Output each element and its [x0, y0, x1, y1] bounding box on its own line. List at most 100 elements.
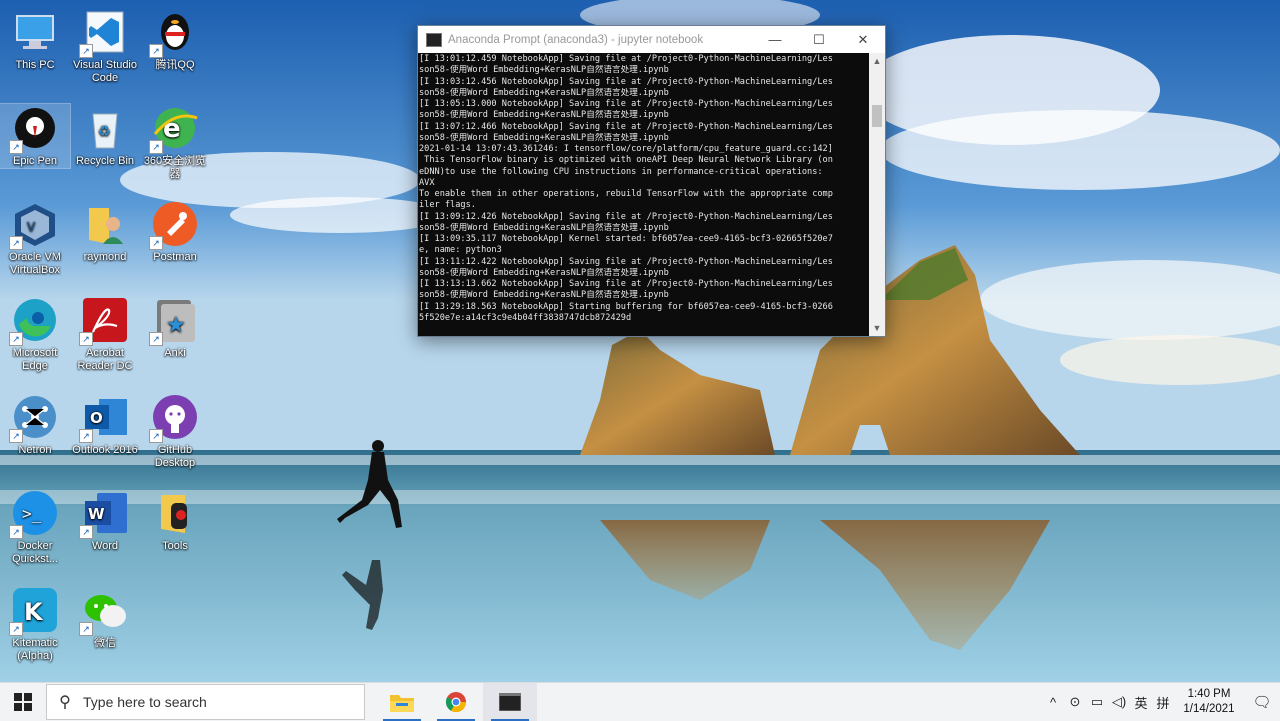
- desktop-icon-kitematic[interactable]: K ↗ Kitematic (Alpha): [0, 586, 70, 663]
- desktop-icon-qq[interactable]: ↗ 腾讯QQ: [140, 8, 210, 72]
- svg-text:>_: >_: [22, 504, 42, 523]
- close-button[interactable]: ✕: [841, 26, 885, 53]
- console-line: son58-使用Word Embedding+KerasNLP自然语言处理.ip…: [419, 132, 669, 143]
- desktop-icon-vscode[interactable]: ↗ Visual Studio Code: [70, 8, 140, 85]
- windows-logo-icon: [14, 693, 32, 711]
- taskbar-clock[interactable]: 1:40 PM 1/14/2021: [1174, 687, 1244, 717]
- maximize-button[interactable]: ☐: [797, 26, 841, 53]
- start-button[interactable]: [0, 683, 46, 721]
- shortcut-arrow-icon: ↗: [9, 140, 23, 154]
- console-line: son58-使用Word Embedding+KerasNLP自然语言处理.ip…: [419, 65, 669, 76]
- desktop-icon-postman[interactable]: ↗ Postman: [140, 200, 210, 264]
- console-line: AVX: [419, 177, 435, 188]
- shortcut-arrow-icon: ↗: [79, 622, 93, 636]
- shortcut-arrow-icon: ↗: [9, 332, 23, 346]
- taskbar-file-explorer[interactable]: [375, 683, 429, 721]
- vscode-icon: ↗: [79, 8, 129, 58]
- network-icon[interactable]: ▭: [1086, 694, 1108, 710]
- 360-browser-icon: e ↗: [149, 104, 199, 154]
- vertical-scrollbar[interactable]: ▲ ▼: [869, 53, 885, 336]
- shortcut-arrow-icon: ↗: [79, 525, 93, 539]
- user-folder-icon: [81, 200, 129, 248]
- input-language-indicator[interactable]: 英: [1130, 693, 1152, 712]
- search-placeholder: Type here to search: [83, 694, 207, 710]
- kitematic-icon: K ↗: [9, 586, 59, 636]
- desktop-icon-github[interactable]: ↗ GitHub Desktop: [140, 393, 210, 470]
- outlook-icon: O ↗: [79, 393, 129, 443]
- desktop-icon-acrobat[interactable]: ↗ Acrobat Reader DC: [70, 296, 140, 373]
- word-icon: W ↗: [79, 489, 129, 539]
- postman-icon: ↗: [149, 200, 199, 250]
- svg-text:K: K: [24, 598, 44, 626]
- desktop-icon-wechat[interactable]: ↗ 微信: [70, 586, 140, 650]
- anki-icon: ★ ↗: [149, 296, 199, 346]
- scroll-up-icon[interactable]: ▲: [869, 53, 885, 69]
- file-explorer-icon: [390, 695, 414, 712]
- scroll-down-icon[interactable]: ▼: [869, 320, 885, 336]
- console-line: son58-使用Word Embedding+KerasNLP自然语言处理.ip…: [419, 110, 669, 121]
- shortcut-arrow-icon: ↗: [79, 429, 93, 443]
- console-line: 2021-01-14 13:07:43.361246: I tensorflow…: [419, 144, 833, 154]
- shortcut-arrow-icon: ↗: [149, 236, 163, 250]
- edge-icon: ↗: [9, 296, 59, 346]
- console-line: son58-使用Word Embedding+KerasNLP自然语言处理.ip…: [419, 87, 669, 98]
- desktop-icon-anki[interactable]: ★ ↗ Anki: [140, 296, 210, 360]
- taskbar-terminal[interactable]: [483, 683, 537, 721]
- netron-icon: ↗: [9, 393, 59, 443]
- scroll-thumb[interactable]: [872, 105, 882, 127]
- console-line: 5f520e7e:a14cf3c9e4b04ff3838747dcb872429…: [419, 312, 632, 323]
- shortcut-arrow-icon: ↗: [79, 44, 93, 58]
- console-line: To enable them in other operations, rebu…: [419, 189, 833, 199]
- desktop-icon-recycle-bin[interactable]: ♻ Recycle Bin: [70, 104, 140, 168]
- desktop-icon-word[interactable]: W ↗ Word: [70, 489, 140, 553]
- console-line: [I 13:09:35.117 NotebookApp] Kernel star…: [419, 234, 833, 244]
- taskbar: ⚲ Type here to search ^ ⊙ ▭ ◁) 英 拼 1:40 …: [0, 682, 1280, 721]
- shortcut-arrow-icon: ↗: [149, 44, 163, 58]
- epic-pen-icon: ↗: [9, 104, 59, 154]
- desktop-icon-epic-pen[interactable]: ↗ Epic Pen: [0, 103, 71, 169]
- svg-text:★: ★: [166, 313, 186, 338]
- system-tray: ^ ⊙ ▭ ◁) 英 拼 1:40 PM 1/14/2021 🗨: [1042, 683, 1280, 721]
- docker-icon: >_ ↗: [9, 489, 59, 539]
- ime-mode-indicator[interactable]: 拼: [1152, 693, 1174, 712]
- chrome-icon: [445, 692, 467, 713]
- svg-text:♻: ♻: [98, 124, 111, 140]
- shortcut-arrow-icon: ↗: [9, 525, 23, 539]
- desktop-icon-outlook[interactable]: O ↗ Outlook 2016: [70, 393, 140, 457]
- acrobat-icon: ↗: [79, 296, 129, 346]
- desktop-icon-this-pc[interactable]: This PC: [0, 8, 70, 72]
- desktop-icon-virtualbox[interactable]: V ↗ Oracle VM VirtualBox: [0, 200, 70, 277]
- console-line: [I 13:07:12.466 NotebookApp] Saving file…: [419, 121, 833, 132]
- desktop-icon-docker[interactable]: >_ ↗ Docker Quickst...: [0, 489, 70, 566]
- console-line: [I 13:13:13.662 NotebookApp] Saving file…: [419, 279, 833, 289]
- console-line: son58-使用Word Embedding+KerasNLP自然语言处理.ip…: [419, 290, 669, 301]
- desktop-icon-edge[interactable]: ↗ Microsoft Edge: [0, 296, 70, 373]
- shortcut-arrow-icon: ↗: [79, 332, 93, 346]
- console-line: [I 13:11:12.422 NotebookApp] Saving file…: [419, 256, 833, 267]
- taskbar-search-box[interactable]: ⚲ Type here to search: [46, 684, 365, 720]
- virtualbox-icon: V ↗: [9, 200, 59, 250]
- window-titlebar[interactable]: Anaconda Prompt (anaconda3) - jupyter no…: [418, 26, 885, 53]
- shortcut-arrow-icon: ↗: [149, 332, 163, 346]
- show-hidden-icons-button[interactable]: ^: [1042, 695, 1064, 710]
- desktop-icon-tools[interactable]: Tools: [140, 489, 210, 553]
- clock-date: 1/14/2021: [1183, 703, 1235, 715]
- action-center-icon[interactable]: 🗨: [1244, 693, 1280, 711]
- desktop-icon-360-browser[interactable]: e ↗ 360安全浏览器: [140, 104, 210, 181]
- computer-icon: [11, 8, 59, 56]
- desktop-icon-raymond[interactable]: raymond: [70, 200, 140, 264]
- meet-now-icon[interactable]: ⊙: [1064, 694, 1086, 710]
- shortcut-arrow-icon: ↗: [149, 140, 163, 154]
- console-line: [I 13:01:12.459 NotebookApp] Saving file…: [419, 54, 833, 64]
- console-line: [I 13:29:18.563 NotebookApp] Starting bu…: [419, 301, 833, 312]
- console-line: [I 13:03:12.456 NotebookApp] Saving file…: [419, 76, 833, 87]
- console-output[interactable]: [I 13:01:12.459 NotebookApp] Saving file…: [418, 53, 869, 336]
- anaconda-prompt-window[interactable]: Anaconda Prompt (anaconda3) - jupyter no…: [417, 25, 886, 337]
- taskbar-chrome[interactable]: [429, 683, 483, 721]
- terminal-icon: [426, 32, 442, 47]
- volume-icon[interactable]: ◁): [1108, 694, 1130, 710]
- desktop-icon-netron[interactable]: ↗ Netron: [0, 393, 70, 457]
- minimize-button[interactable]: —: [753, 26, 797, 53]
- console-line: eDNN)to use the following CPU instructio…: [419, 166, 823, 177]
- svg-text:O: O: [90, 409, 103, 427]
